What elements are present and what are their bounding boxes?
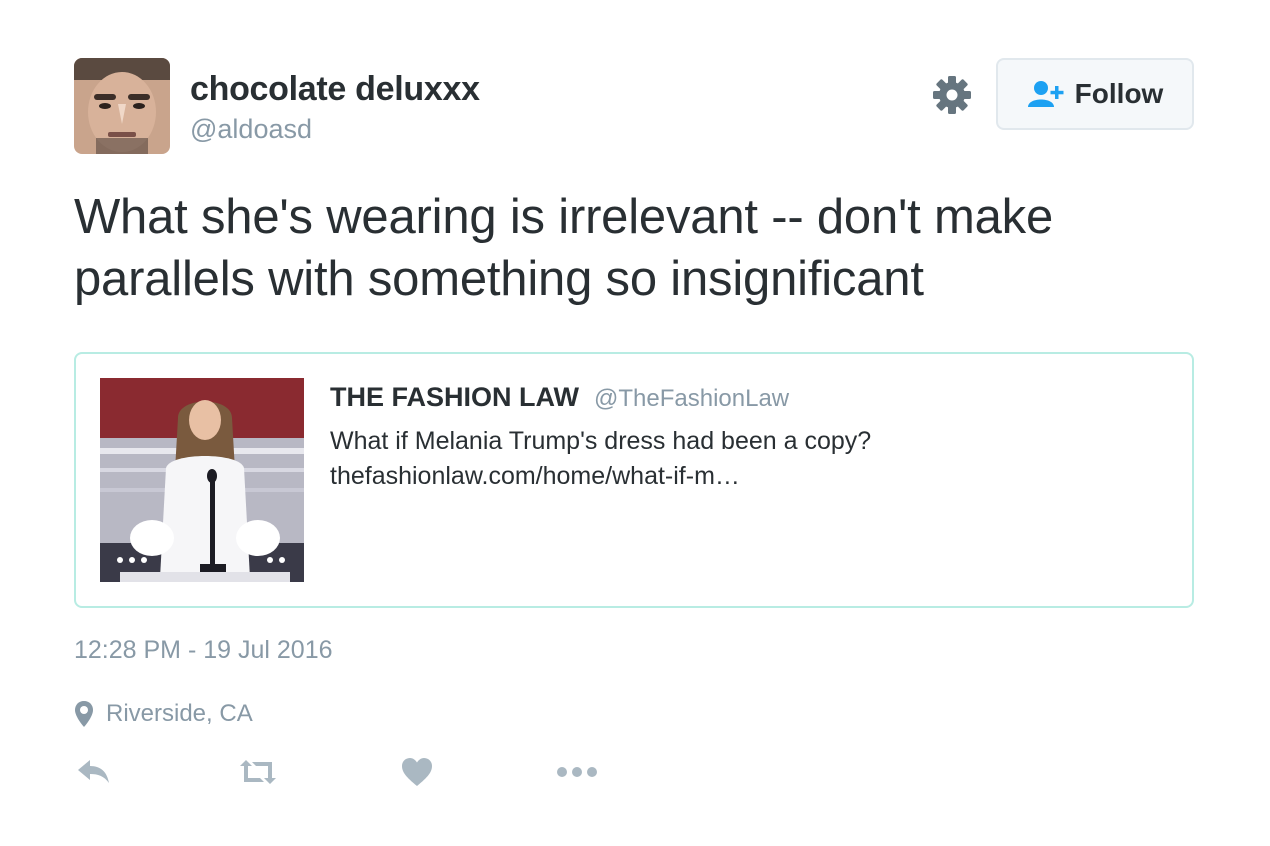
retweet-icon[interactable]	[236, 750, 280, 794]
like-icon[interactable]	[400, 750, 434, 794]
user-avatar-photo	[74, 58, 170, 154]
quoted-tweet-line: What if Melania Trump's dress had been a…	[330, 427, 872, 455]
quoted-author-handle[interactable]: @TheFashionLaw	[594, 385, 789, 413]
speaker-at-podium-photo	[100, 378, 304, 582]
avatar[interactable]	[74, 58, 170, 154]
reply-icon[interactable]	[76, 750, 112, 794]
gear-icon[interactable]	[932, 75, 972, 115]
tweet-location[interactable]: Riverside, CA	[74, 700, 253, 728]
tweet-timestamp[interactable]: 12:28 PM - 19 Jul 2016	[74, 636, 333, 665]
add-user-icon	[1027, 81, 1064, 107]
follow-label: Follow	[1074, 78, 1164, 109]
quoted-tweet-image[interactable]	[100, 378, 304, 582]
follow-button[interactable]: Follow	[996, 58, 1194, 130]
tweet-text: What she's wearing is irrelevant -- don'…	[74, 190, 1054, 306]
user-handle[interactable]: @aldoasd	[190, 114, 312, 145]
location-pin-icon	[75, 701, 93, 727]
quoted-tweet-text: What if Melania Trump's dress had been a…	[330, 424, 1150, 494]
more-icon[interactable]	[556, 750, 598, 794]
location-label[interactable]: Riverside, CA	[106, 700, 253, 728]
display-name[interactable]: chocolate deluxxx	[190, 70, 480, 109]
quoted-author-name[interactable]: THE FASHION LAW	[330, 382, 579, 413]
quoted-tweet-link[interactable]: thefashionlaw.com/home/what-if-m…	[330, 459, 1150, 494]
quoted-tweet-card[interactable]: THE FASHION LAW @TheFashionLaw What if M…	[74, 352, 1194, 608]
